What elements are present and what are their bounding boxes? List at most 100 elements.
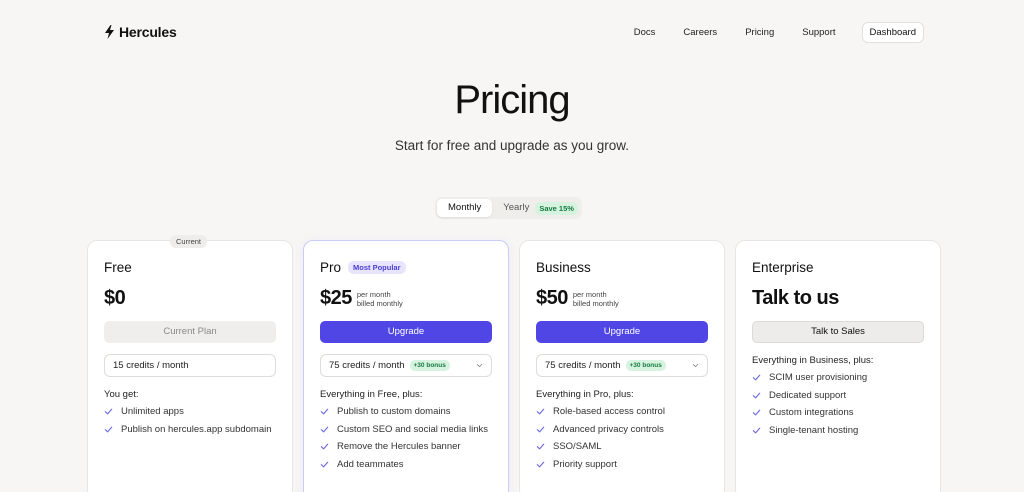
feature-text: SSO/SAML	[553, 441, 602, 453]
feature-text: Unlimited apps	[121, 406, 184, 418]
feature-text: SCIM user provisioning	[769, 372, 868, 384]
check-icon	[536, 408, 545, 415]
billing-option-monthly[interactable]: Monthly	[437, 199, 493, 217]
feature-text: Custom SEO and social media links	[337, 423, 489, 435]
plan-card-free: Current Free $0 Current Plan 15 credits …	[87, 235, 293, 492]
list-item: Single-tenant hosting	[752, 422, 867, 440]
nav-link-docs[interactable]: Docs	[634, 27, 656, 38]
bonus-badge: +30 bonus	[409, 360, 450, 371]
list-item: Priority support	[536, 456, 665, 474]
check-icon	[320, 426, 329, 433]
feature-list: Role-based access control Advanced priva…	[536, 403, 665, 473]
feature-text: Priority support	[553, 459, 617, 471]
feature-text: Custom integrations	[769, 407, 854, 419]
feature-list: SCIM user provisioning Dedicated support…	[752, 369, 867, 439]
check-icon	[752, 410, 761, 416]
credits-display: 15 credits / month	[104, 354, 276, 377]
list-item: SCIM user provisioning	[752, 369, 867, 387]
list-item: Role-based access control	[536, 403, 665, 421]
feature-text: Single-tenant hosting	[769, 425, 859, 437]
list-item: Add teammates	[320, 456, 488, 474]
dashboard-button[interactable]: Dashboard	[861, 22, 924, 43]
price-note: per month billed monthly	[573, 290, 619, 308]
check-icon	[104, 426, 113, 433]
feature-text: Dedicated support	[769, 389, 847, 401]
check-icon	[752, 427, 761, 434]
check-icon	[536, 444, 545, 450]
features-title: Everything in Free, plus:	[320, 389, 423, 400]
check-icon	[752, 392, 761, 399]
price-note-period: per month	[572, 289, 607, 299]
price-note-period: per month	[356, 289, 391, 299]
most-popular-badge: Most Popular	[348, 261, 406, 274]
list-item: Custom integrations	[752, 404, 867, 422]
nav-link-support[interactable]: Support	[802, 27, 835, 38]
features-title: Everything in Pro, plus:	[536, 389, 634, 400]
features-title: You get:	[104, 389, 139, 400]
credits-select[interactable]: 75 credits / month +30 bonus	[536, 354, 708, 377]
feature-text: Advanced privacy controls	[553, 423, 664, 435]
feature-text: Publish to custom domains	[337, 406, 451, 418]
check-icon	[320, 461, 329, 468]
plan-name: Enterprise	[752, 260, 814, 275]
check-icon	[536, 426, 545, 433]
check-icon	[104, 408, 113, 415]
plan-price: Talk to us	[752, 287, 839, 309]
feature-text: Publish on hercules.app subdomain	[121, 423, 272, 435]
nav-link-careers[interactable]: Careers	[683, 27, 717, 38]
bolt-icon	[105, 25, 114, 39]
credits-label: 75 credits / month	[545, 360, 621, 371]
feature-list: Unlimited apps Publish on hercules.app s…	[104, 403, 272, 438]
feature-text: Role-based access control	[553, 406, 665, 418]
check-icon	[320, 408, 329, 415]
plan-card-business: Business $50 per month billed monthly Up…	[519, 240, 725, 492]
credits-label: 75 credits / month	[329, 360, 405, 371]
plan-price: $0	[104, 287, 126, 309]
plan-name: Pro	[320, 260, 342, 275]
feature-text: Add teammates	[337, 459, 404, 471]
list-item: Advanced privacy controls	[536, 421, 665, 439]
credits-select[interactable]: 75 credits / month +30 bonus	[320, 354, 492, 377]
brand-name: Hercules	[119, 24, 177, 40]
list-item: Custom SEO and social media links	[320, 421, 488, 439]
features-title: Everything in Business, plus:	[752, 355, 874, 366]
list-item: Dedicated support	[752, 387, 867, 405]
feature-text: Remove the Hercules banner	[337, 441, 461, 453]
check-icon	[320, 444, 329, 450]
list-item: Publish on hercules.app subdomain	[104, 421, 272, 439]
plan-name: Business	[536, 260, 591, 275]
chevron-down-icon	[476, 364, 483, 368]
nav-links: Docs Careers Pricing Support Dashboard	[606, 22, 924, 43]
check-icon	[752, 374, 761, 381]
check-icon	[536, 461, 545, 468]
billing-toggle: Monthly Yearly Save 15%	[435, 197, 582, 219]
plan-card-enterprise: Enterprise Talk to us Talk to Sales Ever…	[735, 240, 941, 492]
list-item: Remove the Hercules banner	[320, 438, 488, 456]
plan-price: $25	[320, 287, 352, 309]
bonus-badge: +30 bonus	[625, 360, 666, 371]
current-plan-tag: Current	[170, 235, 208, 248]
current-plan-button: Current Plan	[104, 321, 276, 343]
brand-logo[interactable]: Hercules	[104, 24, 177, 40]
nav-link-pricing[interactable]: Pricing	[745, 27, 774, 38]
list-item: SSO/SAML	[536, 438, 665, 456]
upgrade-button[interactable]: Upgrade	[320, 321, 492, 343]
list-item: Publish to custom domains	[320, 403, 488, 421]
save-badge: Save 15%	[535, 201, 578, 215]
page-subtitle: Start for free and upgrade as you grow.	[394, 138, 630, 153]
price-note: per month billed monthly	[357, 290, 403, 308]
list-item: Unlimited apps	[104, 403, 272, 421]
price-note-billing: billed monthly	[572, 298, 619, 308]
plan-card-pro: Pro Most Popular $25 per month billed mo…	[303, 240, 509, 492]
feature-list: Publish to custom domains Custom SEO and…	[320, 403, 488, 473]
chevron-down-icon	[692, 364, 699, 368]
talk-to-sales-button[interactable]: Talk to Sales	[752, 321, 924, 343]
billing-option-yearly[interactable]: Yearly	[492, 199, 540, 217]
credits-label: 15 credits / month	[113, 360, 189, 371]
top-nav: Hercules Docs Careers Pricing Support Da…	[0, 0, 1024, 64]
plan-price: $50	[536, 287, 568, 309]
page-title: Pricing	[454, 78, 570, 122]
price-note-billing: billed monthly	[356, 298, 403, 308]
upgrade-button[interactable]: Upgrade	[536, 321, 708, 343]
plan-name: Free	[104, 260, 132, 275]
